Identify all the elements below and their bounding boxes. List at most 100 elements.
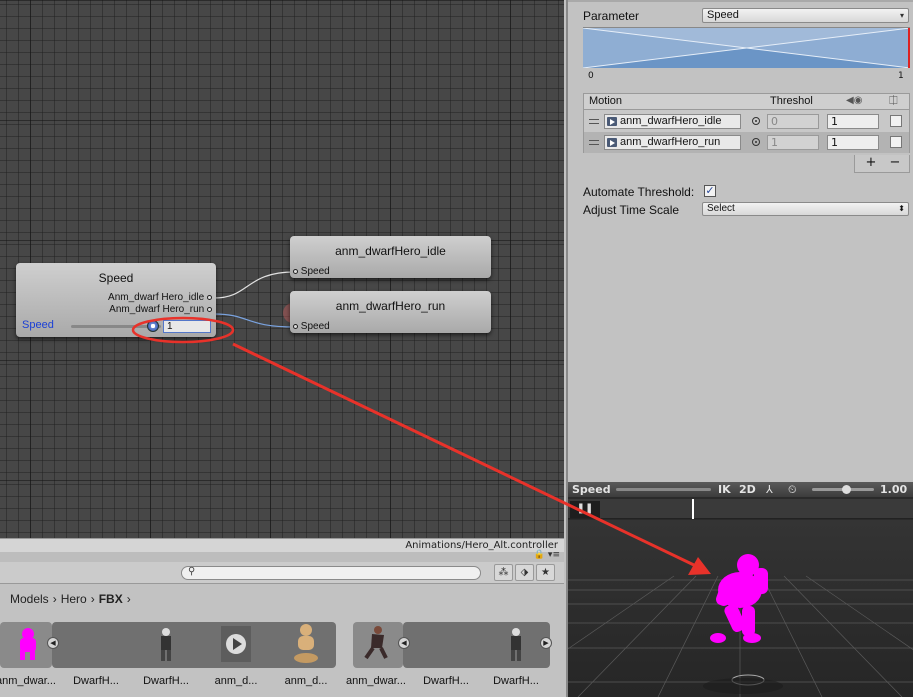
pause-button[interactable]: ❚❚ xyxy=(570,501,600,518)
node-title: anm_dwarfHero_run xyxy=(335,299,446,313)
panel-menu-icon[interactable]: 🔒 ▾≡ xyxy=(534,550,560,560)
table-row[interactable]: anm_dwarfHero_idle 0 1 xyxy=(584,111,909,132)
mirror-column-icon[interactable]: ⎅ xyxy=(889,94,898,108)
time-scale-field[interactable]: 1 xyxy=(827,135,879,150)
motion-table: Motion Threshol ◀◉ ⎅ anm_dwarfHero_idle … xyxy=(583,93,910,153)
character-model xyxy=(710,554,768,643)
preview-timeline[interactable]: ❚❚ xyxy=(568,499,913,519)
parameter-label: Speed xyxy=(22,319,54,331)
run-connection xyxy=(213,313,296,328)
time-scale-field[interactable]: 1 xyxy=(827,114,879,129)
pink-hero-icon xyxy=(20,628,36,660)
drag-handle-icon[interactable] xyxy=(589,119,599,124)
parameter-value: Speed xyxy=(707,9,739,21)
automate-threshold-checkbox[interactable]: ✓ xyxy=(704,185,716,197)
parameter-label: Parameter xyxy=(583,9,640,23)
asset-item[interactable]: DwarfH... xyxy=(486,620,546,697)
output-label-idle: Anm_dwarf Hero_idle xyxy=(108,292,205,303)
motion-node-idle[interactable]: anm_dwarfHero_idle Speed xyxy=(290,236,491,278)
asset-caption: DwarfH... xyxy=(73,675,119,687)
slider-knob[interactable] xyxy=(147,320,159,332)
play-clip-icon xyxy=(221,626,251,662)
controller-path: Animations/Hero_Alt.controller xyxy=(0,538,564,552)
adjust-time-scale-dropdown[interactable]: Select ⬍ xyxy=(702,202,909,216)
speed-clock-icon[interactable]: ⏲ xyxy=(788,482,797,497)
port-dot-icon[interactable] xyxy=(293,268,298,274)
remove-motion-button[interactable]: − xyxy=(885,155,905,171)
preview-viewport[interactable] xyxy=(568,520,913,697)
port-dot-icon[interactable] xyxy=(207,306,212,312)
blend-graph[interactable] xyxy=(583,27,910,68)
project-panel: 🔒 ▾≡ ⚲ ⁂ ⬗ ★ Models›Hero›FBX› ◀ ◀ ▶ xyxy=(0,550,564,697)
speed-column-icon[interactable]: ◀◉ xyxy=(846,95,862,106)
breadcrumb-separator: › xyxy=(126,592,131,606)
col-threshold: Threshol xyxy=(770,95,813,107)
output-port-run[interactable]: Anm_dwarf Hero_run xyxy=(109,304,212,315)
asset-item[interactable]: DwarfH... xyxy=(66,620,126,697)
asset-item[interactable]: anm_d... xyxy=(206,620,266,697)
chevron-down-icon: ▾ xyxy=(899,11,904,20)
avatar-icon xyxy=(294,624,318,663)
target-icon[interactable] xyxy=(752,138,760,146)
favorite-button[interactable]: ★ xyxy=(536,564,555,581)
blend-tree-node[interactable]: Speed Anm_dwarf Hero_idle Anm_dwarf Hero… xyxy=(16,263,216,337)
mirror-checkbox[interactable] xyxy=(890,115,902,127)
project-toolbar: ⚲ ⁂ ⬗ ★ xyxy=(0,562,564,584)
motion-node-run[interactable]: anm_dwarfHero_run Speed xyxy=(290,291,491,333)
breadcrumb: Models › Hero › FBX › xyxy=(0,591,135,607)
dwarf-mesh-icon xyxy=(511,628,521,661)
output-label-run: Anm_dwarf Hero_run xyxy=(109,304,205,315)
threshold-field: 0 xyxy=(767,114,819,129)
parameter-dropdown[interactable]: Speed ▾ xyxy=(702,8,909,23)
playback-speed-knob[interactable] xyxy=(842,485,852,494)
input-port[interactable]: Speed xyxy=(293,266,330,277)
pivot-icon[interactable]: ⅄ xyxy=(766,482,773,497)
drag-handle-icon[interactable] xyxy=(589,140,599,145)
asset-item[interactable]: anm_d... xyxy=(276,620,336,697)
asset-item[interactable]: anm_dwar... xyxy=(346,620,406,697)
search-input[interactable]: ⚲ xyxy=(181,566,481,580)
dwarf-mesh-icon xyxy=(161,628,171,661)
blend-curves xyxy=(583,28,910,68)
asset-caption: anm_dwar... xyxy=(346,675,406,687)
preview-scene xyxy=(568,554,913,697)
inspector-panel: Parameter Speed ▾ 0 1 Motion Threshol ◀◉… xyxy=(566,0,913,482)
output-port-idle[interactable]: Anm_dwarf Hero_idle xyxy=(108,292,212,303)
target-icon[interactable] xyxy=(752,117,760,125)
adjust-time-scale-value: Select xyxy=(707,203,735,214)
asset-item[interactable]: DwarfH... xyxy=(136,620,196,697)
input-label: Speed xyxy=(300,266,330,277)
filter-label-button[interactable]: ⬗ xyxy=(515,564,534,581)
ik-toggle[interactable]: IK xyxy=(718,482,731,497)
table-header: Motion Threshol ◀◉ ⎅ xyxy=(584,94,909,110)
asset-caption: DwarfH... xyxy=(493,675,539,687)
unity-editor: Speed Anm_dwarf Hero_idle Anm_dwarf Hero… xyxy=(0,0,913,697)
motion-clip-field[interactable]: anm_dwarfHero_idle xyxy=(604,114,741,129)
port-dot-icon[interactable] xyxy=(293,323,298,329)
asset-caption: DwarfH... xyxy=(143,675,189,687)
port-dot-icon[interactable] xyxy=(207,294,212,300)
threshold-field: 1 xyxy=(767,135,819,150)
add-remove-bar: + − xyxy=(854,155,910,173)
timeline-playhead[interactable] xyxy=(692,499,695,519)
breadcrumb-hero[interactable]: Hero xyxy=(61,592,87,606)
motion-clip-field[interactable]: anm_dwarfHero_run xyxy=(604,135,741,150)
asset-item[interactable]: DwarfH... xyxy=(416,620,476,697)
input-label: Speed xyxy=(300,321,330,332)
parameter-value-field[interactable]: 1 xyxy=(163,320,211,333)
preview-param-slider[interactable] xyxy=(616,488,711,491)
add-motion-button[interactable]: + xyxy=(861,155,881,171)
blend-min-label: 0 xyxy=(588,71,594,81)
2d-toggle[interactable]: 2D xyxy=(739,482,756,497)
asset-item[interactable]: anm_dwar... xyxy=(0,620,56,697)
breadcrumb-separator: › xyxy=(52,592,57,606)
breadcrumb-separator: › xyxy=(90,592,95,606)
input-port[interactable]: Speed xyxy=(293,321,330,332)
blend-tree-graph[interactable]: Speed Anm_dwarf Hero_idle Anm_dwarf Hero… xyxy=(0,0,564,538)
filter-type-button[interactable]: ⁂ xyxy=(494,564,513,581)
mirror-checkbox[interactable] xyxy=(890,136,902,148)
breadcrumb-fbx[interactable]: FBX xyxy=(99,592,123,606)
animation-clip-icon xyxy=(607,138,617,147)
table-row[interactable]: anm_dwarfHero_run 1 1 xyxy=(584,132,909,153)
breadcrumb-models[interactable]: Models xyxy=(10,592,49,606)
